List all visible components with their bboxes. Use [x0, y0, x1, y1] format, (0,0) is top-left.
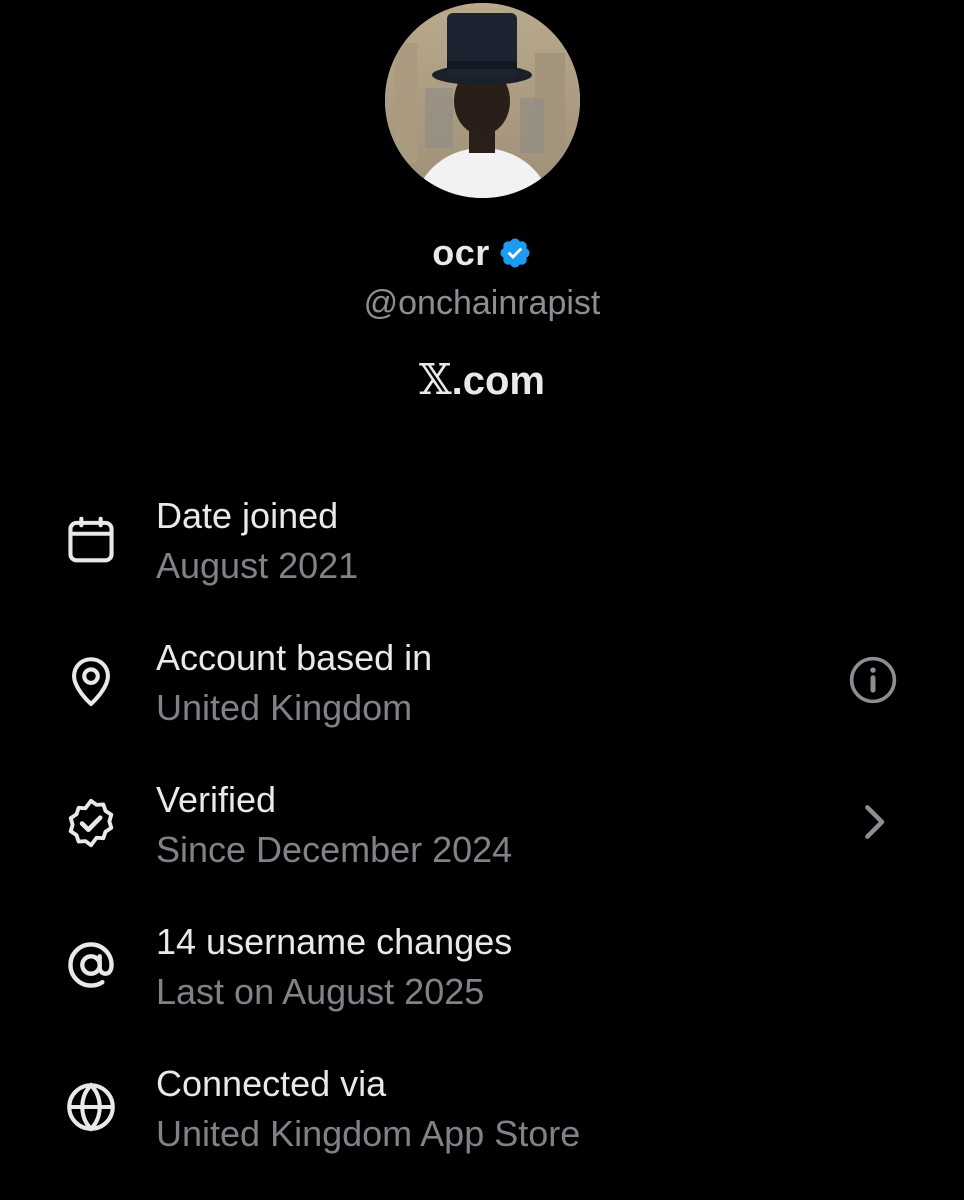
- platform-label: 𝕏.com: [0, 355, 964, 404]
- info-row-subtitle: United Kingdom App Store: [156, 1113, 581, 1154]
- info-row-title: Account based in: [156, 637, 433, 678]
- info-icon[interactable]: [846, 653, 900, 707]
- info-row-title: Connected via: [156, 1063, 387, 1104]
- avatar[interactable]: [385, 3, 580, 198]
- info-row-account-based-in: Account based in United Kingdom: [0, 636, 964, 756]
- info-row-verified[interactable]: Verified Since December 2024: [0, 778, 964, 898]
- info-row-subtitle: United Kingdom: [156, 687, 413, 728]
- at-sign-icon: [62, 936, 120, 994]
- avatar-image: [385, 3, 580, 198]
- info-row-text: Date joined August 2021: [156, 494, 358, 588]
- info-row-date-joined: Date joined August 2021: [0, 494, 964, 614]
- info-row-subtitle: August 2021: [156, 545, 359, 586]
- info-row-title: Date joined: [156, 495, 339, 536]
- info-row-text: Verified Since December 2024: [156, 778, 512, 872]
- info-row-text: Account based in United Kingdom: [156, 636, 432, 730]
- chevron-right-icon[interactable]: [846, 795, 900, 849]
- name-row: ocr: [0, 232, 964, 274]
- info-row-connected-via: Connected via United Kingdom App Store: [0, 1062, 964, 1182]
- verified-badge-icon: [62, 794, 120, 852]
- platform-text: 𝕏.com: [419, 355, 545, 404]
- info-row-subtitle: Since December 2024: [156, 829, 513, 870]
- info-row-text: Connected via United Kingdom App Store: [156, 1062, 580, 1156]
- display-name: ocr: [432, 232, 490, 273]
- info-row-title: 14 username changes: [156, 921, 513, 962]
- info-row-username-changes: 14 username changes Last on August 2025: [0, 920, 964, 1040]
- info-row-text: 14 username changes Last on August 2025: [156, 920, 512, 1014]
- verified-checkmark-icon: [498, 236, 532, 270]
- calendar-icon: [62, 512, 120, 570]
- info-row-subtitle: Last on August 2025: [156, 971, 485, 1012]
- info-row-title: Verified: [156, 779, 277, 820]
- location-pin-icon: [62, 652, 120, 710]
- platform-suffix: .com: [451, 359, 545, 403]
- globe-icon: [62, 1078, 120, 1136]
- x-logo-glyph: 𝕏: [419, 355, 452, 404]
- username-handle: @onchainrapist: [363, 284, 601, 322]
